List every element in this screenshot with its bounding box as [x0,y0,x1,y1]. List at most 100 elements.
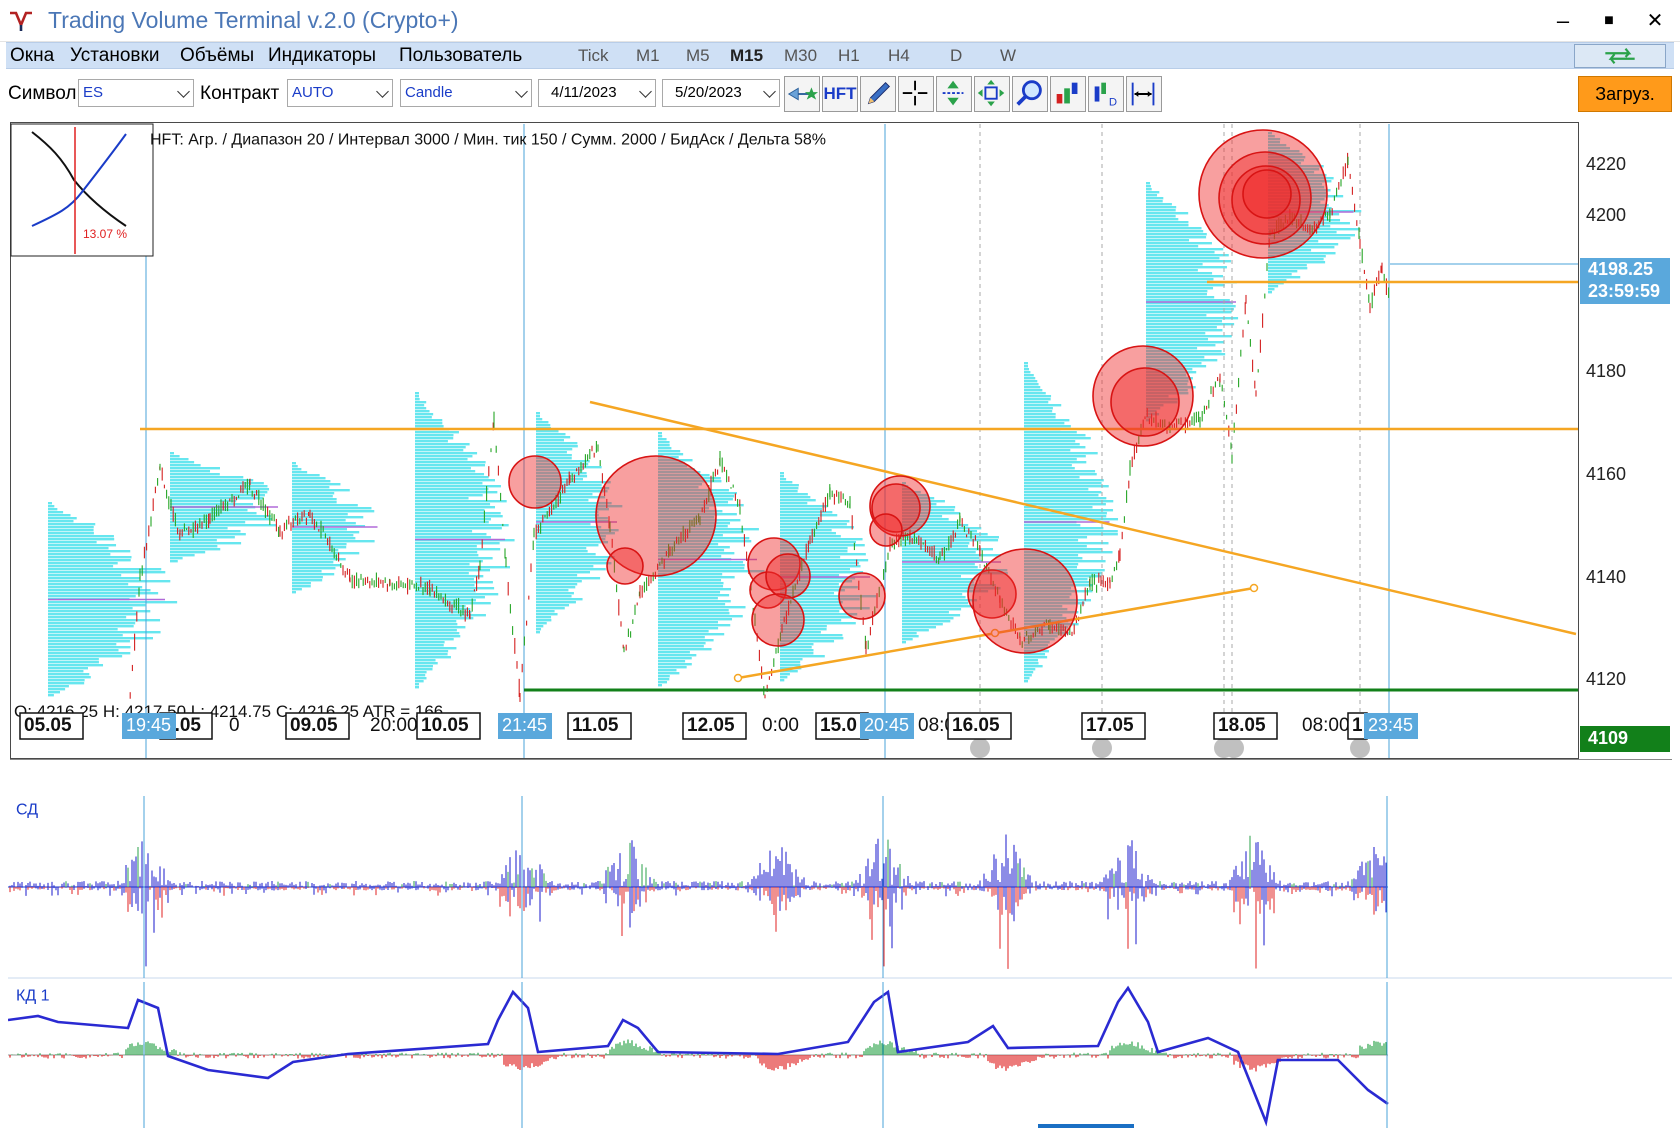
timeframe-tick[interactable]: Tick [578,46,609,66]
profile-bar [902,578,976,581]
profile-bar [415,443,470,446]
profile-bar [415,434,454,437]
profile-bar [658,597,718,600]
profile-bar [1024,365,1028,368]
profile-bar [292,513,348,516]
measure-button[interactable] [1126,76,1162,112]
profile-bar [658,435,663,438]
date-to-value: 5/20/2023 [675,84,742,101]
minimize-button[interactable]: – [1540,4,1586,38]
main-chart[interactable]: 13.07 % HFT: Агр. / Диапазон 20 / Интерв… [10,122,1672,760]
profile-bar [780,541,856,544]
profile-bar [780,646,812,649]
event-marker [970,738,990,758]
equity-thumbnail[interactable]: 13.07 % [10,123,154,257]
profile-bar [1024,662,1039,665]
sync-button[interactable] [1574,44,1666,68]
profile-bar [1024,380,1038,383]
contract-combo[interactable]: AUTO [287,79,393,107]
menu-user[interactable]: Пользователь [399,45,522,67]
fit-all-button[interactable] [974,76,1010,112]
hft-button[interactable]: HFT [822,76,858,112]
profile-bar [536,556,615,559]
profile-bar [1146,212,1189,215]
profile-bar [658,630,709,633]
timeframe-h4[interactable]: H4 [888,46,910,66]
timeframe-m1[interactable]: M1 [636,46,660,66]
profile-bar [1024,488,1089,491]
menu-windows[interactable]: Окна [10,45,54,67]
profile-bar [1024,377,1036,380]
date-from-picker[interactable]: 4/11/2023 [538,79,656,107]
current-price: 4198.25 [1588,259,1653,279]
zoom-button[interactable] [1012,76,1048,112]
profile-bar [415,527,502,530]
profile-bar [1024,458,1077,461]
maximize-button[interactable]: ■ [1586,4,1632,38]
profile-bar [902,611,949,614]
profile-bar [658,447,672,450]
scroll-thumb[interactable] [1038,1124,1134,1128]
profile-bar [902,575,961,578]
profile-bar [1146,260,1231,263]
timeframe-m5[interactable]: M5 [686,46,710,66]
profile-bar [292,477,326,480]
profile-bar [170,512,257,515]
price-axis[interactable]: 4220 4200 4180 4160 4140 4120 4198.25 23… [1579,123,1671,759]
pencil-button[interactable] [860,76,896,112]
close-button[interactable]: ✕ [1632,4,1678,38]
timeframe-h1[interactable]: H1 [838,46,860,66]
profile-bar [902,617,954,620]
load-button[interactable]: Загруз. [1578,76,1672,112]
profile-bar [415,425,444,428]
profile-bar [48,685,69,688]
profile-bar [1024,494,1099,497]
menu-volumes[interactable]: Объёмы [180,45,254,67]
profile-bar [1268,267,1308,270]
profile-bar [415,626,466,629]
profile-bar [415,671,427,674]
profile-bar [1024,449,1071,452]
profile-bar [536,613,558,616]
timeframe-w[interactable]: W [1000,46,1016,66]
profile-bar [1024,410,1053,413]
timeframe-m15[interactable]: M15 [730,46,763,66]
profile-bar [658,663,692,666]
cumulative-delta-panel[interactable]: СД [8,796,1672,980]
menu-settings[interactable]: Установки [70,45,159,67]
profile-bar [1024,473,1097,476]
profile-bar [170,518,272,521]
profile-bar [780,520,850,523]
profile-bar [1024,668,1036,671]
profile-bar [415,656,451,659]
timeframe-m30[interactable]: M30 [784,46,817,66]
profile-bar [415,638,454,641]
bars-button[interactable] [1050,76,1086,112]
timeframe-d[interactable]: D [950,46,962,66]
vertical-scale-button[interactable] [936,76,972,112]
profile-bar [48,532,94,535]
cluster-delta-panel[interactable]: КД 1 [8,982,1672,1128]
time-tick: 20:00 [370,715,418,736]
profile-bar [658,594,730,597]
profile-bar [170,476,244,479]
profile-bar [415,461,486,464]
profile-bar [170,494,265,497]
profile-bar [292,558,346,561]
profile-bar [658,654,697,657]
date-to-picker[interactable]: 5/20/2023 [662,79,780,107]
menu-indicators[interactable]: Индикаторы [268,45,376,67]
profile-bar [415,644,444,647]
profile-bar [415,446,466,449]
star-arrows-button[interactable] [784,76,820,112]
profile-bar [170,500,237,503]
chart-type-combo[interactable]: Candle [400,79,532,107]
profile-bar [292,591,296,594]
profile-bar [1146,329,1223,332]
volume-cluster [972,548,1078,654]
crosshair-button[interactable] [898,76,934,112]
delta-button[interactable]: D [1088,76,1124,112]
profile-bar [658,675,670,678]
profile-bar [536,415,540,418]
symbol-combo[interactable]: ES [78,79,194,107]
